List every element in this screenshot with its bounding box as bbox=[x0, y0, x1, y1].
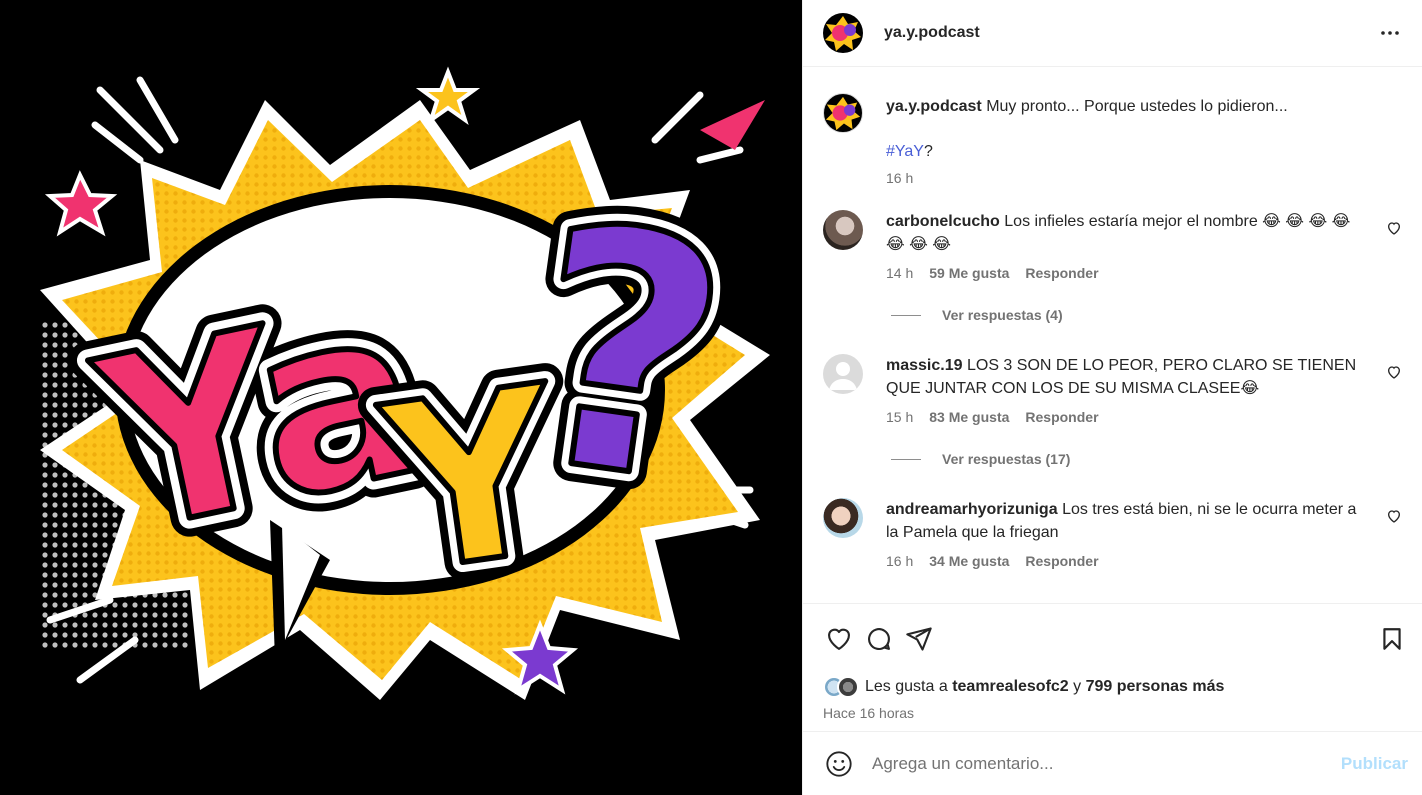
hashtag-suffix: ? bbox=[923, 143, 933, 160]
comment-time[interactable]: 15 h bbox=[886, 409, 913, 425]
comment-likes[interactable]: 83 Me gusta bbox=[929, 409, 1009, 425]
emoji-icon[interactable] bbox=[823, 748, 855, 780]
reply-button[interactable]: Responder bbox=[1025, 265, 1098, 281]
yay-podcast-artwork: Ya Ya Ya Y Y Y ? ? ? bbox=[40, 66, 770, 700]
hashtag-link[interactable]: #YaY bbox=[886, 143, 924, 160]
post-image[interactable]: Ya Ya Ya Y Y Y ? ? ? bbox=[0, 0, 802, 795]
add-comment-bar: Publicar bbox=[803, 731, 1422, 795]
likes-prefix: Les gusta a bbox=[865, 678, 948, 695]
reply-button[interactable]: Responder bbox=[1025, 409, 1098, 425]
comment-username[interactable]: carbonelcucho bbox=[886, 213, 1000, 230]
comment: andreamarhyorizuniga Los tres está bien,… bbox=[823, 498, 1402, 569]
more-options-icon[interactable] bbox=[1378, 21, 1402, 45]
pink-shard bbox=[700, 100, 765, 150]
post-side-panel: ya.y.podcast ya.y.podcast Muy pronto... … bbox=[802, 0, 1422, 795]
posted-ago[interactable]: Hace 16 horas bbox=[803, 701, 1422, 731]
comments-section[interactable]: ya.y.podcast Muy pronto... Porque ustede… bbox=[803, 67, 1422, 603]
comment-like-heart-icon[interactable] bbox=[1386, 364, 1402, 380]
post-actions bbox=[803, 603, 1422, 673]
comment-username[interactable]: massic.19 bbox=[886, 357, 963, 374]
view-replies-button[interactable]: Ver respuestas (4) bbox=[891, 307, 1402, 323]
replies-divider bbox=[891, 458, 921, 460]
comment-time[interactable]: 14 h bbox=[886, 265, 913, 281]
view-replies-button[interactable]: Ver respuestas (17) bbox=[891, 451, 1402, 467]
caption-time[interactable]: 16 h bbox=[886, 170, 913, 186]
instagram-post: Ya Ya Ya Y Y Y ? ? ? ya.y.podcast ya.y.p… bbox=[0, 0, 1422, 795]
author-username[interactable]: ya.y.podcast bbox=[884, 24, 980, 42]
comment: massic.19 LOS 3 SON DE LO PEOR, PERO CLA… bbox=[823, 354, 1402, 425]
liker-username[interactable]: teamrealesofc2 bbox=[952, 678, 1069, 695]
caption: ya.y.podcast Muy pronto... Porque ustede… bbox=[823, 93, 1402, 186]
bookmark-icon[interactable] bbox=[1376, 623, 1408, 655]
comment-input[interactable] bbox=[872, 753, 1341, 774]
comment-like-heart-icon[interactable] bbox=[1386, 220, 1402, 236]
liker-avatar[interactable] bbox=[837, 676, 859, 698]
view-replies-label: Ver respuestas (4) bbox=[942, 307, 1063, 323]
comment-username[interactable]: andreamarhyorizuniga bbox=[886, 501, 1058, 518]
replies-divider bbox=[891, 314, 921, 316]
comment-icon[interactable] bbox=[863, 623, 895, 655]
comment-likes[interactable]: 34 Me gusta bbox=[929, 553, 1009, 569]
comment-likes[interactable]: 59 Me gusta bbox=[929, 265, 1009, 281]
commenter-avatar-default[interactable] bbox=[823, 354, 863, 394]
likes-others[interactable]: 799 personas más bbox=[1086, 678, 1225, 695]
likes-connector: y bbox=[1073, 678, 1082, 695]
caption-text: Muy pronto... Porque ustedes lo pidieron… bbox=[986, 98, 1288, 115]
caption-author-avatar[interactable] bbox=[823, 93, 863, 133]
comment-time[interactable]: 16 h bbox=[886, 553, 913, 569]
share-icon[interactable] bbox=[903, 623, 935, 655]
star-yellow bbox=[415, 66, 481, 126]
caption-username[interactable]: ya.y.podcast bbox=[886, 98, 982, 115]
post-header: ya.y.podcast bbox=[803, 0, 1422, 67]
commenter-avatar[interactable] bbox=[823, 210, 863, 250]
author-avatar[interactable] bbox=[823, 13, 863, 53]
likes-summary: Les gusta a teamrealesofc2 y 799 persona… bbox=[803, 673, 1422, 701]
comment: carbonelcucho Los infieles estaría mejor… bbox=[823, 210, 1402, 281]
like-heart-icon[interactable] bbox=[823, 623, 855, 655]
view-replies-label: Ver respuestas (17) bbox=[942, 451, 1071, 467]
commenter-avatar[interactable] bbox=[823, 498, 863, 538]
reply-button[interactable]: Responder bbox=[1025, 553, 1098, 569]
star-pink bbox=[44, 170, 118, 237]
comment-like-heart-icon[interactable] bbox=[1386, 508, 1402, 524]
publish-button[interactable]: Publicar bbox=[1341, 754, 1408, 774]
